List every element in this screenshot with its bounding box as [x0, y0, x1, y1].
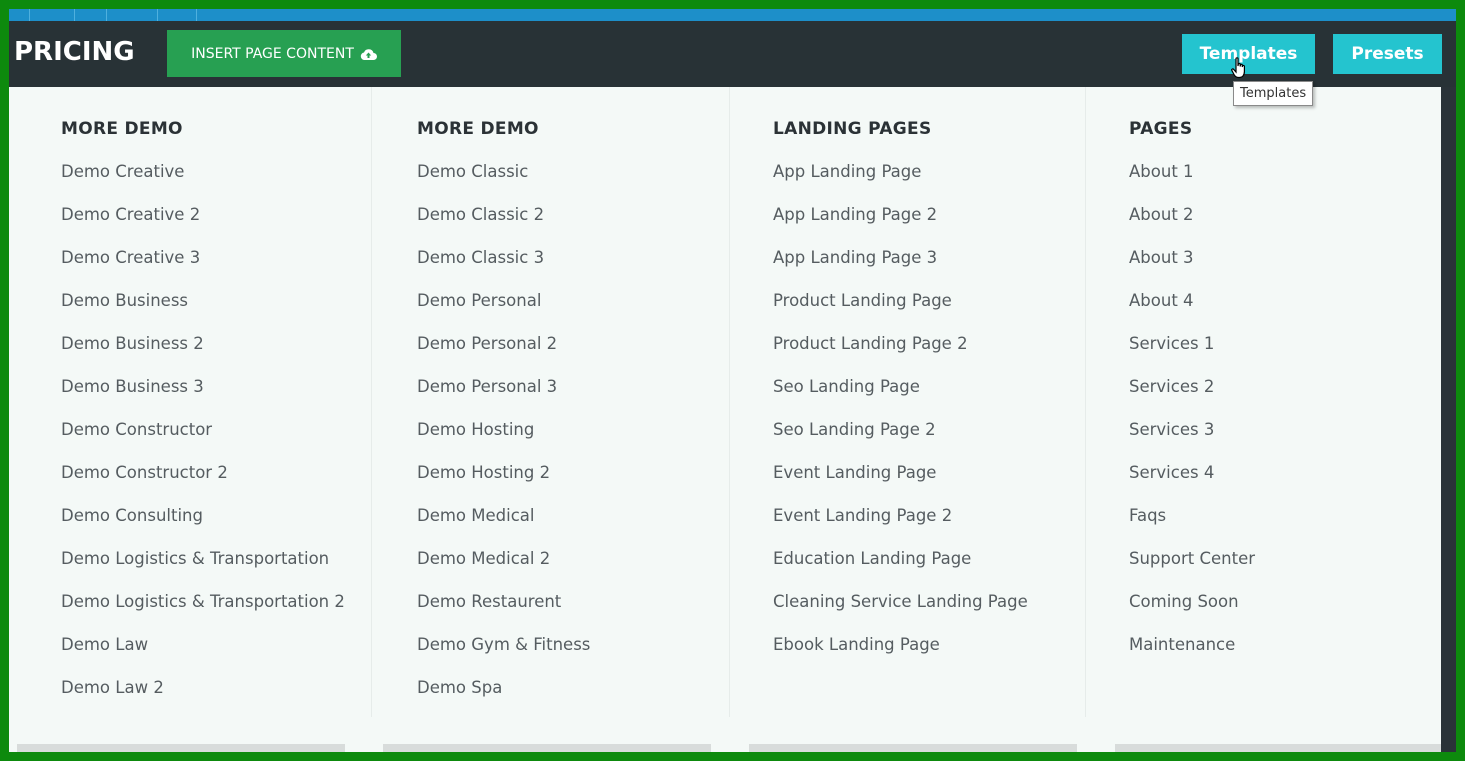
menu-item[interactable]: Demo Creative [61, 162, 345, 205]
column-heading: LANDING PAGES [773, 119, 932, 139]
menu-item[interactable]: Demo Hosting [417, 420, 590, 463]
card-edge [749, 744, 1077, 752]
menu-item[interactable]: Seo Landing Page 2 [773, 420, 1028, 463]
card-edge [383, 744, 711, 752]
menu-item[interactable]: Event Landing Page 2 [773, 506, 1028, 549]
strip-tick [74, 9, 75, 21]
column-heading: PAGES [1129, 119, 1193, 139]
menu-item[interactable]: Event Landing Page [773, 463, 1028, 506]
menu-item[interactable]: Services 1 [1129, 334, 1255, 377]
menu-item[interactable]: Demo Personal [417, 291, 590, 334]
column-list: About 1 About 2 About 3 About 4 Services… [1129, 162, 1255, 678]
app-window: PRICING INSERT PAGE CONTENT Templates Pr… [9, 9, 1456, 752]
menu-item[interactable]: Demo Classic 2 [417, 205, 590, 248]
column-heading: MORE DEMO [417, 119, 539, 139]
top-strip [9, 9, 1456, 21]
menu-item[interactable]: Demo Spa [417, 678, 590, 721]
menu-item[interactable]: Demo Business 2 [61, 334, 345, 377]
menu-item[interactable]: Demo Consulting [61, 506, 345, 549]
menu-item[interactable]: Services 4 [1129, 463, 1255, 506]
menu-item[interactable]: Demo Constructor 2 [61, 463, 345, 506]
strip-tick [157, 9, 158, 21]
column-divider [1085, 87, 1086, 717]
insert-page-content-button[interactable]: INSERT PAGE CONTENT [167, 30, 401, 77]
menu-item[interactable]: Education Landing Page [773, 549, 1028, 592]
strip-tick [29, 9, 30, 21]
menu-item[interactable]: About 2 [1129, 205, 1255, 248]
menu-item[interactable]: Demo Personal 3 [417, 377, 590, 420]
menu-item[interactable]: Demo Classic [417, 162, 590, 205]
menu-item[interactable]: App Landing Page 3 [773, 248, 1028, 291]
menu-item[interactable]: Demo Classic 3 [417, 248, 590, 291]
menu-item[interactable]: Demo Medical 2 [417, 549, 590, 592]
menu-item[interactable]: App Landing Page [773, 162, 1028, 205]
menu-item[interactable]: About 3 [1129, 248, 1255, 291]
menu-item[interactable]: Demo Logistics & Transportation [61, 549, 345, 592]
templates-tooltip: Templates [1233, 81, 1314, 106]
menu-item[interactable]: Cleaning Service Landing Page [773, 592, 1028, 635]
column-list: Demo Creative Demo Creative 2 Demo Creat… [61, 162, 345, 721]
menu-item[interactable]: Demo Restaurent [417, 592, 590, 635]
menu-item[interactable]: Demo Business [61, 291, 345, 334]
strip-tick [196, 9, 197, 21]
menu-item[interactable]: Demo Hosting 2 [417, 463, 590, 506]
right-edge [1441, 87, 1456, 752]
menu-item[interactable]: Demo Logistics & Transportation 2 [61, 592, 345, 635]
menu-item[interactable]: Product Landing Page 2 [773, 334, 1028, 377]
menu-item[interactable]: Demo Personal 2 [417, 334, 590, 377]
column-heading: MORE DEMO [61, 119, 183, 139]
menu-item[interactable]: Product Landing Page [773, 291, 1028, 334]
menu-item[interactable]: Demo Medical [417, 506, 590, 549]
menu-item[interactable]: Services 3 [1129, 420, 1255, 463]
menu-item[interactable]: Demo Law [61, 635, 345, 678]
card-edge [1115, 744, 1441, 752]
menu-item[interactable]: Coming Soon [1129, 592, 1255, 635]
menu-item[interactable]: App Landing Page 2 [773, 205, 1028, 248]
menu-item[interactable]: About 1 [1129, 162, 1255, 205]
presets-button[interactable]: Presets [1333, 34, 1442, 74]
menu-item[interactable]: Faqs [1129, 506, 1255, 549]
templates-menu: MORE DEMO Demo Creative Demo Creative 2 … [9, 87, 1441, 752]
menu-item[interactable]: Demo Creative 2 [61, 205, 345, 248]
menu-item[interactable]: Support Center [1129, 549, 1255, 592]
menu-item[interactable]: Ebook Landing Page [773, 635, 1028, 678]
page-title: PRICING [14, 37, 135, 67]
column-divider [729, 87, 730, 717]
column-divider [371, 87, 372, 717]
menu-item[interactable]: Demo Gym & Fitness [417, 635, 590, 678]
strip-tick [106, 9, 107, 21]
cloud-upload-icon [360, 48, 377, 60]
column-list: Demo Classic Demo Classic 2 Demo Classic… [417, 162, 590, 721]
menu-item[interactable]: Demo Constructor [61, 420, 345, 463]
menu-item[interactable]: Seo Landing Page [773, 377, 1028, 420]
menu-item[interactable]: Services 2 [1129, 377, 1255, 420]
menu-item[interactable]: Demo Creative 3 [61, 248, 345, 291]
menu-item[interactable]: About 4 [1129, 291, 1255, 334]
menu-item[interactable]: Demo Business 3 [61, 377, 345, 420]
hand-cursor-icon [1231, 57, 1245, 79]
menu-item[interactable]: Maintenance [1129, 635, 1255, 678]
card-edge [17, 744, 345, 752]
insert-button-label: INSERT PAGE CONTENT [191, 45, 354, 62]
column-list: App Landing Page App Landing Page 2 App … [773, 162, 1028, 678]
menu-item[interactable]: Demo Law 2 [61, 678, 345, 721]
